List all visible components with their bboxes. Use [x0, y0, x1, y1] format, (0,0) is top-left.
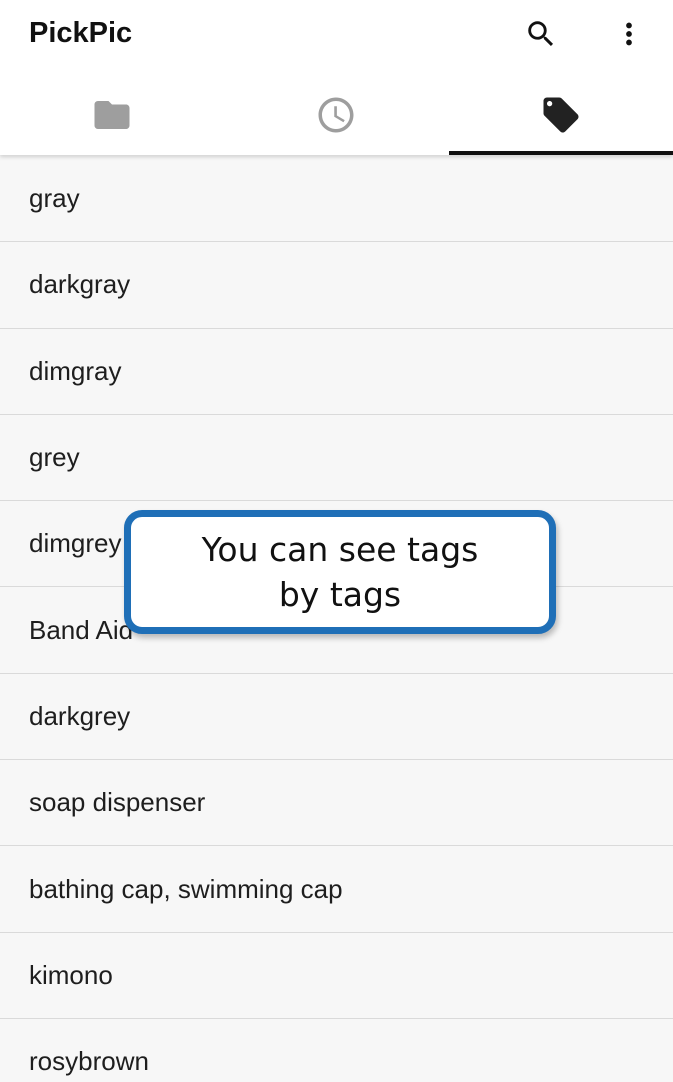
tab-tags[interactable]	[448, 74, 673, 155]
list-item[interactable]: bathing cap, swimming cap	[0, 846, 673, 933]
clock-icon	[318, 97, 354, 132]
list-item[interactable]: grey	[0, 415, 673, 502]
tab-folders[interactable]	[0, 74, 224, 155]
tab-bar	[0, 74, 673, 155]
list-item[interactable]: soap dispenser	[0, 760, 673, 847]
list-item[interactable]: kimono	[0, 933, 673, 1019]
tab-selected-indicator	[448, 151, 673, 155]
app-bar: PickPic	[0, 0, 673, 155]
callout-text-line2: by tags	[278, 575, 402, 614]
list-item[interactable]: darkgrey	[0, 674, 673, 761]
folder-icon	[94, 100, 130, 129]
app-title: PickPic	[29, 17, 133, 49]
tag-icon	[543, 97, 579, 132]
more-options-button[interactable]	[609, 14, 649, 54]
tutorial-callout: You can see tags by tags	[124, 510, 556, 634]
list-item[interactable]: dimgray	[0, 329, 673, 415]
callout-text-line1: You can see tags	[201, 530, 479, 569]
list-item[interactable]: darkgray	[0, 242, 673, 329]
more-vert-icon	[626, 22, 632, 46]
list-item[interactable]: rosybrown	[0, 1019, 673, 1082]
search-icon	[528, 21, 554, 47]
list-item[interactable]: gray	[0, 156, 673, 243]
search-button[interactable]	[521, 14, 561, 54]
tab-recent[interactable]	[224, 74, 448, 155]
